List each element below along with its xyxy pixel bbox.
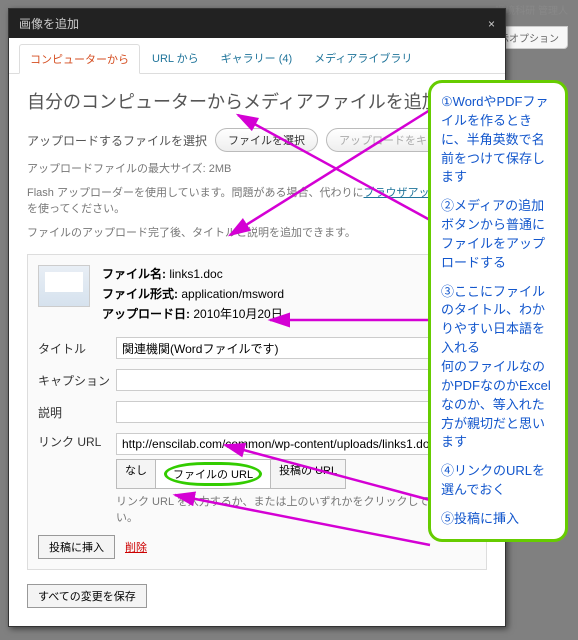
select-file-label: アップロードするファイルを選択: [27, 132, 207, 149]
title-input[interactable]: [116, 337, 476, 359]
file-date-row: アップロード日: 2010年10月20日: [102, 305, 284, 322]
after-upload-note: ファイルのアップロード完了後、タイトルと説明を追加できます。: [27, 224, 487, 240]
description-label: 説明: [38, 404, 116, 421]
tab-from-computer[interactable]: コンピューターから: [19, 44, 140, 74]
callout-step-5: ⑤投稿に挿入: [441, 510, 555, 529]
close-icon[interactable]: ×: [488, 17, 495, 31]
delete-link[interactable]: 削除: [125, 539, 147, 555]
max-size-text: アップロードファイルの最大サイズ: 2MB: [27, 160, 487, 176]
url-none-button[interactable]: なし: [116, 459, 156, 489]
tab-gallery[interactable]: ギャラリー (4): [211, 44, 303, 73]
caption-input[interactable]: [116, 369, 476, 391]
save-all-changes-button[interactable]: すべての変更を保存: [27, 584, 147, 608]
flash-uploader-note: Flash アップローダーを使用しています。問題がある場合、代わりにブラウザアッ…: [27, 184, 487, 216]
file-type-label: ファイル形式:: [102, 287, 178, 301]
tab-from-url[interactable]: URL から: [142, 44, 209, 73]
url-post-button[interactable]: 投稿の URL: [271, 459, 346, 489]
file-name-row: ファイル名: links1.doc: [102, 265, 284, 282]
bg-user: 環境科研 管理人: [495, 2, 568, 17]
caption-label: キャプション: [38, 372, 116, 389]
file-type-row: ファイル形式: application/msword: [102, 285, 284, 302]
tab-bar: コンピューターから URL から ギャラリー (4) メディアライブラリ: [9, 38, 505, 74]
select-file-button[interactable]: ファイルを選択: [215, 128, 318, 152]
uploaded-file-panel: ファイル名: links1.doc ファイル形式: application/ms…: [27, 254, 487, 570]
callout-step-2: ②メディアの追加ボタンから普通にファイルをアップロードする: [441, 197, 555, 272]
file-thumbnail: [38, 265, 90, 307]
link-url-input[interactable]: [116, 433, 476, 455]
url-file-button[interactable]: ファイルの URL: [156, 459, 271, 489]
instruction-callout: ①WordやPDFファイルを作るときに、半角英数で名前をつけて保存します ②メデ…: [428, 80, 568, 542]
link-url-label: リンク URL: [38, 433, 116, 450]
flash-note-post: を使ってください。: [27, 203, 125, 215]
url-file-highlight: ファイルの URL: [164, 462, 262, 486]
file-name-value: links1.doc: [169, 267, 222, 281]
insert-into-post-button[interactable]: 投稿に挿入: [38, 535, 115, 559]
modal-title: 画像を追加: [19, 15, 79, 32]
file-type-value: application/msword: [181, 287, 284, 301]
page-heading: 自分のコンピューターからメディアファイルを追加: [27, 88, 487, 114]
file-name-label: ファイル名:: [102, 267, 166, 281]
callout-step-4: ④リンクのURLを選んでおく: [441, 462, 555, 500]
description-input[interactable]: [116, 401, 476, 423]
callout-step-3: ③ここにファイルのタイトル、わかりやすい日本語を入れる 何のファイルなのかPDF…: [441, 283, 555, 453]
link-url-hint: リンク URL を入力するか、または上のいずれかをクリックしてください。: [116, 493, 476, 525]
title-label: タイトル: [38, 340, 116, 357]
callout-step-1: ①WordやPDFファイルを作るときに、半角英数で名前をつけて保存します: [441, 93, 555, 187]
flash-note-pre: Flash アップローダーを使用しています。問題がある場合、代わりに: [27, 187, 364, 199]
tab-media-library[interactable]: メディアライブラリ: [304, 44, 422, 73]
upload-date-label: アップロード日:: [102, 307, 190, 321]
upload-date-value: 2010年10月20日: [193, 307, 282, 321]
